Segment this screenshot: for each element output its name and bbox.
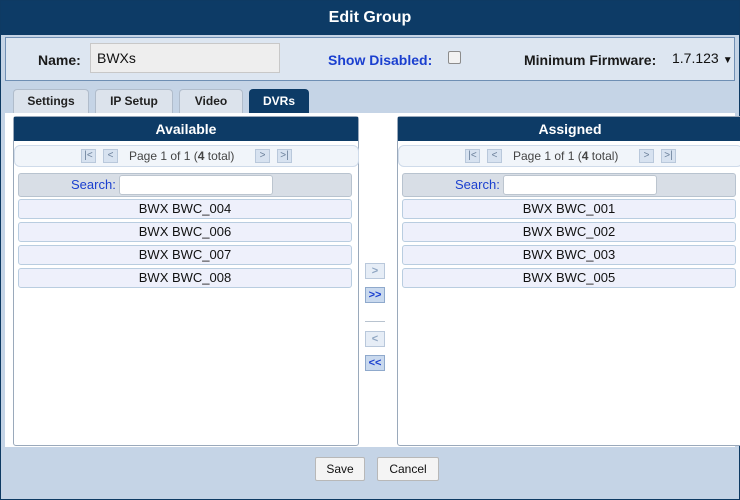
save-button[interactable]: Save: [315, 457, 365, 481]
move-one-left-button[interactable]: <: [365, 331, 385, 347]
assigned-item[interactable]: BWX BWC_005: [402, 268, 736, 288]
first-page-icon[interactable]: |<: [465, 149, 480, 163]
assigned-header: Assigned: [398, 117, 740, 141]
move-all-right-button[interactable]: >>: [365, 287, 385, 303]
next-page-icon[interactable]: >: [255, 149, 270, 163]
show-disabled-checkbox[interactable]: [448, 51, 461, 64]
available-item[interactable]: BWX BWC_006: [18, 222, 352, 242]
available-search-label: Search:: [71, 177, 116, 192]
move-one-right-button[interactable]: >: [365, 263, 385, 279]
last-page-icon[interactable]: >|: [277, 149, 292, 163]
show-disabled-label: Show Disabled:: [328, 52, 433, 68]
dialog-title: Edit Group: [1, 1, 739, 35]
tab-video[interactable]: Video: [179, 89, 243, 113]
assigned-pager: |< < Page 1 of 1 (4 total) > >|: [398, 145, 740, 167]
available-item[interactable]: BWX BWC_008: [18, 268, 352, 288]
available-panel: Available |< < Page 1 of 1 (4 total) > >…: [13, 116, 359, 446]
first-page-icon[interactable]: |<: [81, 149, 96, 163]
assigned-panel: Assigned |< < Page 1 of 1 (4 total) > >|…: [397, 116, 740, 446]
assigned-item[interactable]: BWX BWC_001: [402, 199, 736, 219]
available-search-row: Search:: [18, 173, 352, 197]
minimum-firmware-label: Minimum Firmware:: [524, 52, 657, 68]
assigned-search-row: Search:: [402, 173, 736, 197]
minimum-firmware-value: 1.7.123: [672, 50, 719, 66]
dialog-footer: Save Cancel: [5, 449, 735, 495]
move-all-left-button[interactable]: <<: [365, 355, 385, 371]
name-label: Name:: [38, 52, 81, 68]
dvrs-tab-content: Available |< < Page 1 of 1 (4 total) > >…: [5, 113, 740, 447]
assigned-item[interactable]: BWX BWC_003: [402, 245, 736, 265]
assigned-item[interactable]: BWX BWC_002: [402, 222, 736, 242]
available-pager: |< < Page 1 of 1 (4 total) > >|: [14, 145, 359, 167]
tab-settings[interactable]: Settings: [13, 89, 89, 113]
assigned-search-input[interactable]: [503, 175, 657, 195]
next-page-icon[interactable]: >: [639, 149, 654, 163]
cancel-button[interactable]: Cancel: [377, 457, 439, 481]
available-item[interactable]: BWX BWC_004: [18, 199, 352, 219]
available-header: Available: [14, 117, 358, 141]
tab-ip-setup[interactable]: IP Setup: [95, 89, 173, 113]
prev-page-icon[interactable]: <: [103, 149, 118, 163]
available-page-text: Page 1 of 1 (4 total): [129, 149, 235, 163]
edit-group-dialog: Edit Group Name: Show Disabled: Minimum …: [0, 0, 740, 500]
dropdown-arrow-icon: ▼: [722, 55, 733, 66]
prev-page-icon[interactable]: <: [487, 149, 502, 163]
assigned-search-label: Search:: [455, 177, 500, 192]
available-search-input[interactable]: [119, 175, 273, 195]
group-name-input[interactable]: [90, 43, 280, 73]
available-item[interactable]: BWX BWC_007: [18, 245, 352, 265]
move-separator: [365, 321, 385, 322]
group-header-row: Name: Show Disabled: Minimum Firmware: 1…: [5, 37, 735, 81]
last-page-icon[interactable]: >|: [661, 149, 676, 163]
minimum-firmware-select[interactable]: 1.7.123 ▼: [672, 50, 733, 66]
tab-dvrs[interactable]: DVRs: [249, 89, 309, 113]
assigned-page-text: Page 1 of 1 (4 total): [513, 149, 619, 163]
